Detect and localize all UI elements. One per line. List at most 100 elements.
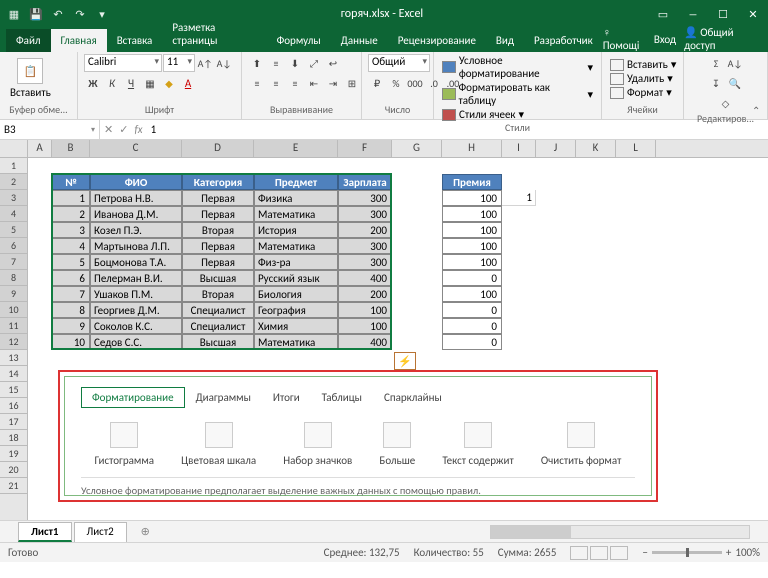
table-header[interactable]: Зарплата	[338, 174, 392, 190]
border-icon[interactable]: ▦	[141, 74, 159, 92]
gallery-item[interactable]: Набор значков	[283, 422, 352, 467]
table-cell[interactable]: 100	[338, 318, 392, 334]
quick-analysis-icon[interactable]: ⚡	[394, 352, 416, 370]
underline-icon[interactable]: Ч	[122, 74, 140, 92]
rowhead-7[interactable]: 7	[0, 254, 27, 270]
qat-more-icon[interactable]: ▾	[94, 6, 110, 22]
font-size[interactable]: 11	[163, 54, 195, 72]
rowhead-6[interactable]: 6	[0, 238, 27, 254]
gallery-tab[interactable]: Диаграммы	[185, 387, 262, 408]
table-header[interactable]: Категория	[182, 174, 254, 190]
rowhead-18[interactable]: 18	[0, 430, 27, 446]
tell-me[interactable]: ♀ Помощі	[603, 26, 646, 52]
bonus-cell[interactable]: 0	[442, 318, 502, 334]
view-buttons[interactable]	[570, 546, 628, 560]
italic-icon[interactable]: К	[103, 74, 121, 92]
save-icon[interactable]: 💾	[28, 6, 44, 22]
rowhead-16[interactable]: 16	[0, 398, 27, 414]
align-right-icon[interactable]: ≡	[286, 74, 304, 92]
align-center-icon[interactable]: ≡	[267, 74, 285, 92]
table-cell[interactable]: Иванова Д.М.	[90, 206, 182, 222]
rowhead-14[interactable]: 14	[0, 366, 27, 382]
orient-icon[interactable]: ⤢	[305, 54, 323, 72]
table-header[interactable]: ФИО	[90, 174, 182, 190]
colhead-D[interactable]: D	[182, 140, 254, 157]
share[interactable]: 👤 Общий доступ	[684, 26, 760, 52]
tab-Вставка[interactable]: Вставка	[107, 29, 163, 52]
rowhead-21[interactable]: 21	[0, 478, 27, 494]
dec-indent-icon[interactable]: ⇤	[305, 74, 323, 92]
align-mid-icon[interactable]: ≡	[267, 54, 285, 72]
table-cell[interactable]: Первая	[182, 238, 254, 254]
redo-icon[interactable]: ↷	[72, 6, 88, 22]
find-icon[interactable]: 🔍	[726, 74, 744, 92]
table-cell[interactable]: 9	[52, 318, 90, 334]
select-all-corner[interactable]	[0, 140, 28, 157]
colhead-F[interactable]: F	[338, 140, 392, 157]
table-cell[interactable]: 200	[338, 286, 392, 302]
rowhead-19[interactable]: 19	[0, 446, 27, 462]
colhead-J[interactable]: J	[536, 140, 576, 157]
table-cell[interactable]: 8	[52, 302, 90, 318]
rowhead-10[interactable]: 10	[0, 302, 27, 318]
paste-button[interactable]: 📋Вставить	[6, 56, 55, 101]
table-cell[interactable]: Боцмонова Т.А.	[90, 254, 182, 270]
rowhead-20[interactable]: 20	[0, 462, 27, 478]
table-cell[interactable]: Первая	[182, 206, 254, 222]
table-cell[interactable]: Мартынова Л.П.	[90, 238, 182, 254]
table-cell[interactable]: 2	[52, 206, 90, 222]
enter-formula-icon[interactable]: ✓	[119, 123, 128, 136]
table-cell[interactable]: 6	[52, 270, 90, 286]
bonus-cell[interactable]: 100	[442, 254, 502, 270]
inc-indent-icon[interactable]: ⇥	[324, 74, 342, 92]
grow-font-icon[interactable]: A↑	[196, 54, 214, 72]
table-cell[interactable]: Ушаков П.М.	[90, 286, 182, 302]
gallery-item[interactable]: Больше	[379, 422, 415, 467]
table-cell[interactable]: Георгиев Д.М.	[90, 302, 182, 318]
cancel-formula-icon[interactable]: ✕	[104, 123, 113, 136]
table-cell[interactable]: 300	[338, 206, 392, 222]
tab-Вид[interactable]: Вид	[486, 29, 524, 52]
rowhead-2[interactable]: 2	[0, 174, 27, 190]
colhead-G[interactable]: G	[392, 140, 442, 157]
clear-icon[interactable]: ◇	[717, 94, 735, 112]
gallery-item[interactable]: Гистограмма	[95, 422, 155, 467]
gallery-item[interactable]: Очистить формат	[541, 422, 622, 467]
table-cell[interactable]: Седов С.С.	[90, 334, 182, 350]
table-header[interactable]: Предмет	[254, 174, 338, 190]
rowhead-3[interactable]: 3	[0, 190, 27, 206]
align-top-icon[interactable]: ⬆	[248, 54, 266, 72]
table-cell[interactable]: Первая	[182, 254, 254, 270]
table-cell[interactable]: 300	[338, 238, 392, 254]
bonus-cell[interactable]: 0	[442, 270, 502, 286]
gallery-tab[interactable]: Итоги	[262, 387, 311, 408]
undo-icon[interactable]: ↶	[50, 6, 66, 22]
gallery-tab[interactable]: Таблицы	[311, 387, 373, 408]
fill-icon[interactable]: ↧	[707, 74, 725, 92]
insert-cells-button[interactable]: Вставить ▾	[608, 58, 678, 71]
worksheet-grid[interactable]: ABCDEFGHIJKL 123456789101112131415161718…	[0, 140, 768, 520]
close-icon[interactable]: ✕	[744, 8, 762, 21]
gallery-item[interactable]: Цветовая шкала	[181, 422, 256, 467]
gallery-item[interactable]: Текст содержит	[442, 422, 513, 467]
hscroll[interactable]	[490, 525, 750, 539]
table-cell[interactable]: Вторая	[182, 286, 254, 302]
gallery-tab[interactable]: Форматирование	[81, 387, 185, 408]
table-cell[interactable]: 4	[52, 238, 90, 254]
table-cell[interactable]: 400	[338, 334, 392, 350]
table-cell[interactable]: Специалист	[182, 318, 254, 334]
fill-color-icon[interactable]: ◆	[160, 74, 178, 92]
sort-icon[interactable]: A↓	[726, 54, 744, 72]
rowhead-13[interactable]: 13	[0, 350, 27, 366]
cell-styles-button[interactable]: Стили ячеек ▾	[440, 108, 595, 121]
table-cell[interactable]: Высшая	[182, 270, 254, 286]
rowhead-5[interactable]: 5	[0, 222, 27, 238]
table-cell[interactable]: История	[254, 222, 338, 238]
align-left-icon[interactable]: ≡	[248, 74, 266, 92]
merge-icon[interactable]: ⊞	[343, 74, 361, 92]
number-format[interactable]: Общий	[368, 54, 430, 72]
colhead-H[interactable]: H	[442, 140, 502, 157]
tab-Формулы[interactable]: Формулы	[267, 29, 331, 52]
table-cell[interactable]: Специалист	[182, 302, 254, 318]
font-name[interactable]: Calibri	[84, 54, 162, 72]
